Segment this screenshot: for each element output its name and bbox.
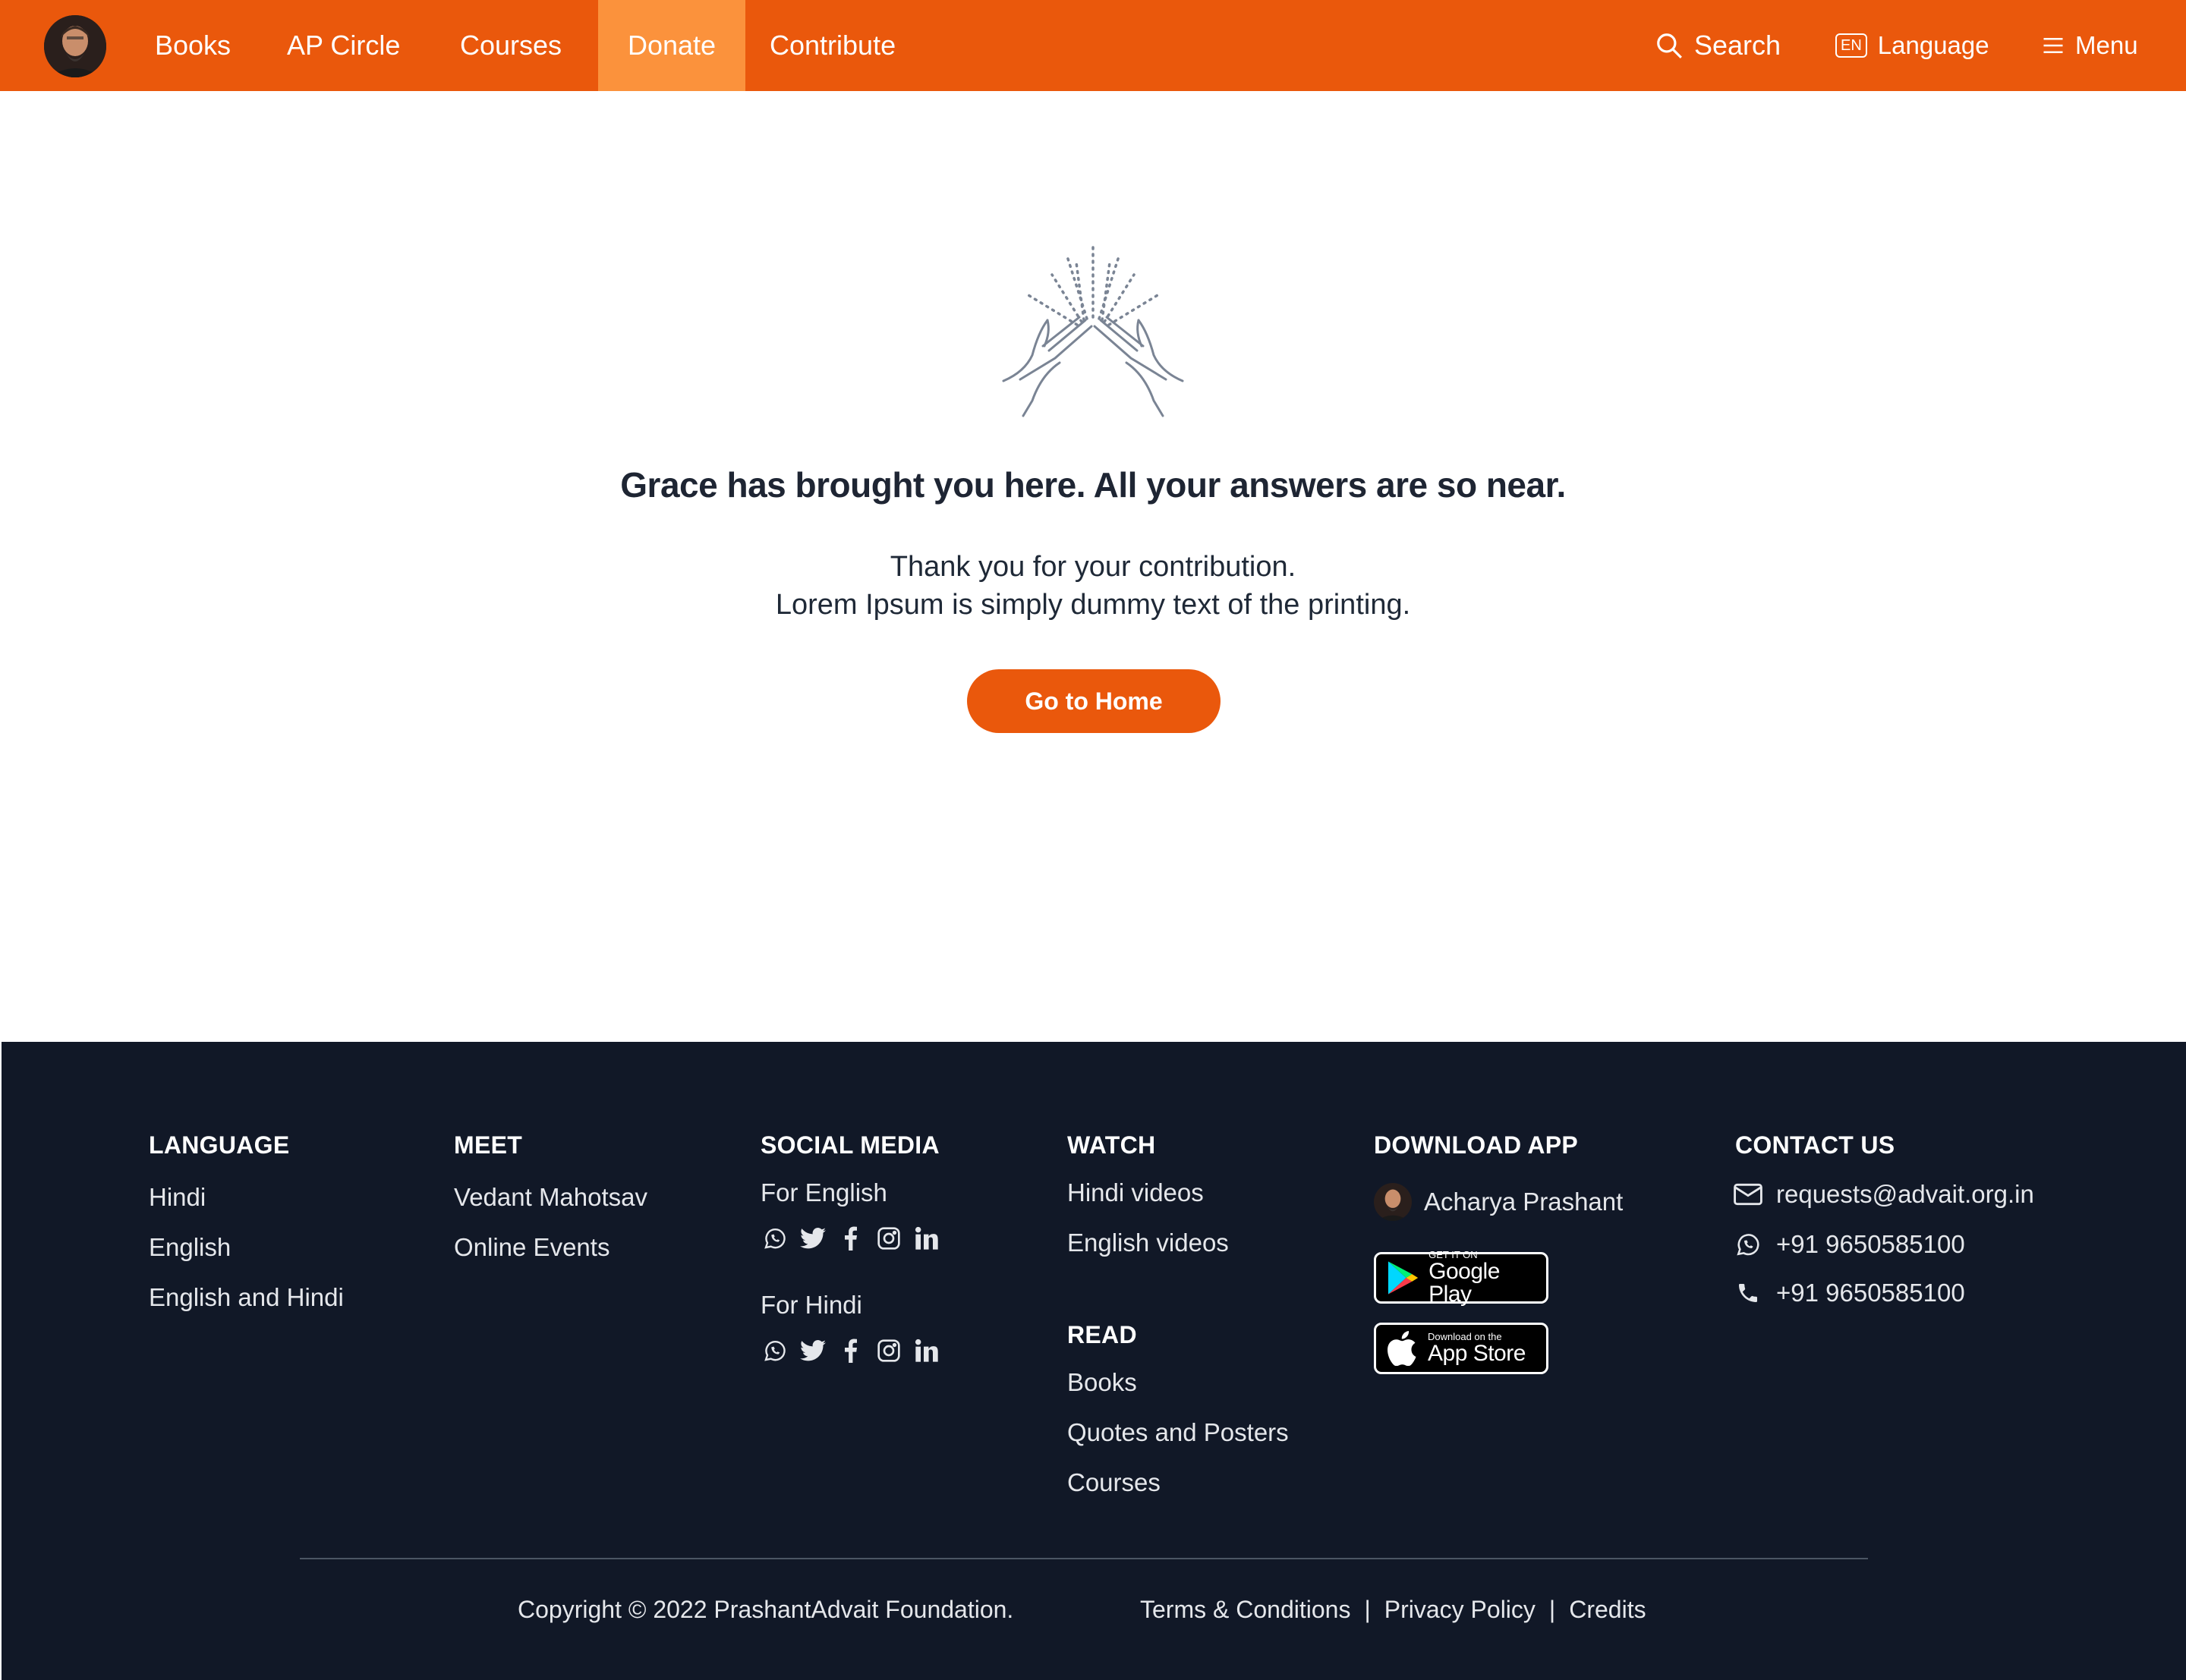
search-label: Search <box>1694 30 1781 61</box>
footer-link-hindi[interactable]: Hindi <box>149 1183 206 1212</box>
footer-language-column: LANGUAGE <box>149 1131 290 1159</box>
whatsapp-icon[interactable] <box>761 1336 789 1365</box>
thank-you-line-1: Thank you for your contribution. <box>890 551 1296 583</box>
legal-separator: | <box>1548 1596 1556 1623</box>
language-button[interactable]: EN Language <box>1835 0 1989 91</box>
grateful-hands-icon <box>1002 241 1184 423</box>
whatsapp-icon[interactable] <box>761 1224 789 1253</box>
footer-divider <box>300 1558 1868 1559</box>
footer-link-english[interactable]: English <box>149 1233 231 1262</box>
nav-books[interactable]: Books <box>131 0 255 91</box>
language-badge-icon: EN <box>1835 33 1867 58</box>
site-footer: LANGUAGE Hindi English English and Hindi… <box>2 1042 2186 1680</box>
footer-meet-column: MEET <box>454 1131 522 1159</box>
social-icons-english <box>761 1224 941 1253</box>
footer-link-english-hindi[interactable]: English and Hindi <box>149 1283 344 1312</box>
footer-social-title: SOCIAL MEDIA <box>761 1131 940 1159</box>
contact-email-text: requests@advait.org.in <box>1776 1180 2034 1208</box>
contact-whatsapp-text: +91 9650585100 <box>1776 1230 1965 1258</box>
phone-icon <box>1732 1277 1764 1309</box>
google-play-button[interactable]: GET IT ON Google Play <box>1374 1250 1548 1307</box>
footer-link-english-videos[interactable]: English videos <box>1067 1229 1229 1257</box>
google-play-big-text: Google Play <box>1428 1259 1500 1307</box>
footer-watch-column: WATCH <box>1067 1131 1155 1159</box>
thank-you-line-2: Lorem Ipsum is simply dummy text of the … <box>775 589 1411 621</box>
linkedin-icon[interactable] <box>912 1224 941 1253</box>
privacy-link[interactable]: Privacy Policy <box>1384 1596 1536 1623</box>
google-play-icon <box>1388 1261 1419 1295</box>
footer-contact-title: CONTACT US <box>1735 1131 1895 1159</box>
footer-read-title: READ <box>1067 1321 1137 1348</box>
app-store-big-text: App Store <box>1428 1341 1526 1366</box>
contact-phone-text: +91 9650585100 <box>1776 1279 1965 1307</box>
contact-email[interactable]: requests@advait.org.in <box>1732 1178 2034 1210</box>
site-logo-avatar[interactable] <box>44 15 106 77</box>
whatsapp-icon <box>1732 1229 1764 1260</box>
go-to-home-button[interactable]: Go to Home <box>967 669 1221 733</box>
footer-social-column: SOCIAL MEDIA <box>761 1131 940 1159</box>
menu-button[interactable]: Menu <box>2042 0 2138 91</box>
hamburger-icon <box>2043 38 2063 53</box>
twitter-icon[interactable] <box>798 1224 827 1253</box>
linkedin-icon[interactable] <box>912 1336 941 1365</box>
footer-link-online-events[interactable]: Online Events <box>454 1233 609 1262</box>
top-navbar: Books AP Circle Courses Donate Contribut… <box>0 0 2186 91</box>
app-avatar <box>1374 1183 1412 1221</box>
terms-link[interactable]: Terms & Conditions <box>1140 1596 1350 1623</box>
footer-download-title: DOWNLOAD APP <box>1374 1131 1579 1159</box>
facebook-icon[interactable] <box>836 1336 865 1365</box>
credits-link[interactable]: Credits <box>1569 1596 1646 1623</box>
legal-links: Terms & Conditions | Privacy Policy | Credit… <box>1140 1596 1646 1624</box>
footer-language-title: LANGUAGE <box>149 1131 290 1159</box>
page-heading: Grace has brought you here. All your ans… <box>620 465 1566 505</box>
footer-contact-column: CONTACT US <box>1735 1131 1895 1159</box>
thank-you-message: Thank you for your contribution. Lorem I… <box>0 548 2186 624</box>
contact-whatsapp[interactable]: +91 9650585100 <box>1732 1229 1965 1260</box>
nav-contribute[interactable]: Contribute <box>745 0 920 91</box>
facebook-icon[interactable] <box>836 1224 865 1253</box>
footer-link-quotes-posters[interactable]: Quotes and Posters <box>1067 1418 1289 1447</box>
app-name: Acharya Prashant <box>1424 1188 1624 1216</box>
instagram-icon[interactable] <box>874 1336 903 1365</box>
menu-label: Menu <box>2075 31 2138 59</box>
social-for-hindi-label: For Hindi <box>761 1291 862 1319</box>
nav-donate[interactable]: Donate <box>598 0 745 91</box>
language-label: Language <box>1877 31 1989 59</box>
footer-link-hindi-videos[interactable]: Hindi videos <box>1067 1178 1204 1207</box>
footer-link-books[interactable]: Books <box>1067 1368 1137 1397</box>
nav-courses[interactable]: Courses <box>436 0 586 91</box>
search-icon <box>1657 33 1682 58</box>
footer-download-column: DOWNLOAD APP <box>1374 1131 1578 1159</box>
contact-phone[interactable]: +91 9650585100 <box>1732 1277 1965 1309</box>
nav-ap-circle[interactable]: AP Circle <box>263 0 424 91</box>
footer-link-courses[interactable]: Courses <box>1067 1468 1161 1497</box>
instagram-icon[interactable] <box>874 1224 903 1253</box>
twitter-icon[interactable] <box>798 1336 827 1365</box>
app-store-button[interactable]: Download on the App Store <box>1374 1323 1548 1374</box>
app-acharya-prashant-link[interactable]: Acharya Prashant <box>1374 1183 1623 1221</box>
social-for-english-label: For English <box>761 1178 887 1207</box>
social-icons-hindi <box>761 1336 941 1365</box>
search-button[interactable]: Search <box>1655 0 1781 91</box>
legal-separator: | <box>1364 1596 1371 1623</box>
mail-icon <box>1732 1178 1764 1210</box>
footer-meet-title: MEET <box>454 1131 523 1159</box>
footer-watch-title: WATCH <box>1067 1131 1156 1159</box>
apple-icon <box>1388 1331 1416 1366</box>
footer-link-vedant-mahotsav[interactable]: Vedant Mahotsav <box>454 1183 647 1212</box>
copyright-text: Copyright © 2022 PrashantAdvait Foundati… <box>518 1596 1014 1623</box>
